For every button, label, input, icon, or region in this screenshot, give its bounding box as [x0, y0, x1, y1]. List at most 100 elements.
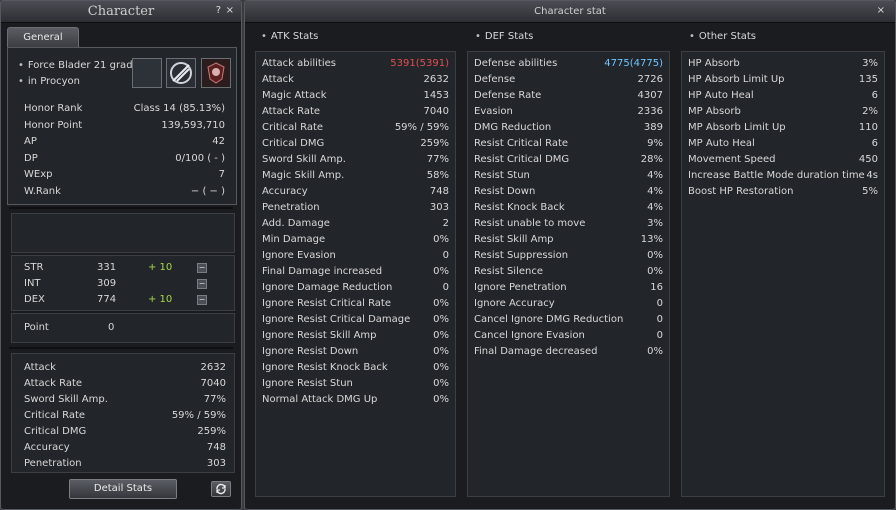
decrease-stat-button[interactable]: −	[197, 295, 207, 305]
info-row: AP 42	[19, 134, 231, 150]
atk-stat-row: Critical Rate 59% / 59%	[256, 120, 455, 136]
stat-value: 0%	[647, 346, 663, 357]
other-stat-row: HP Absorb 3%	[682, 56, 884, 72]
def-stat-row: Resist Critical DMG 28%	[468, 152, 669, 168]
other-stat-row: MP Absorb 2%	[682, 104, 884, 120]
stat-label: STR	[24, 262, 44, 273]
summary-row: Accuracy 748	[18, 440, 230, 456]
stat-label: Attack	[262, 74, 294, 85]
stat-value: 0%	[433, 346, 449, 357]
divider	[9, 207, 233, 209]
def-stat-row: Defense Rate 4307	[468, 88, 669, 104]
bullet-icon: •	[475, 31, 481, 42]
stat-label: Ignore Resist Down	[262, 346, 359, 357]
point-label: Point	[24, 322, 49, 333]
stat-value: 0	[656, 298, 663, 309]
empty-slot-icon[interactable]	[132, 58, 162, 88]
summary-panel: Attack 2632 Attack Rate 7040 Sword Skill Amp…	[11, 353, 235, 473]
stat-label: Final Damage increased	[262, 266, 383, 277]
stat-title: Character stat	[534, 6, 606, 17]
stat-value: 3%	[862, 58, 878, 69]
close-button[interactable]: ×	[226, 5, 234, 16]
other-stat-row: HP Absorb Limit Up 135	[682, 72, 884, 88]
decrease-stat-button[interactable]: −	[197, 279, 207, 289]
summary-list: Attack 2632 Attack Rate 7040 Sword Skill Amp…	[18, 360, 230, 474]
def-stats-header: • DEF Stats	[475, 31, 534, 42]
base-stat-row: INT 309 −	[12, 276, 236, 292]
stat-value: 389	[643, 122, 663, 133]
atk-stat-row: Ignore Resist Skill Amp 0%	[256, 328, 455, 344]
atk-stat-row: Accuracy 748	[256, 184, 455, 200]
stat-value: 2	[442, 218, 449, 229]
stat-value: 0%	[433, 314, 449, 325]
atk-stat-row: Ignore Damage Reduction 0	[256, 280, 455, 296]
stat-value: 6	[871, 138, 878, 149]
atk-stat-row: Ignore Resist Knock Back 0%	[256, 360, 455, 376]
def-stat-row: Resist Critical Rate 9%	[468, 136, 669, 152]
stat-value: 2632	[200, 362, 226, 373]
stat-value: 13%	[640, 234, 663, 245]
stat-value: 4%	[647, 170, 663, 181]
stat-label: DEX	[24, 294, 45, 305]
point-value: 0	[108, 322, 115, 333]
summary-row: Critical DMG 259%	[18, 424, 230, 440]
stat-titlebar[interactable]: Character stat ×	[245, 1, 895, 23]
stat-label: Penetration	[24, 458, 82, 469]
stat-value: 331	[97, 262, 117, 273]
stat-value: 7040	[200, 378, 226, 389]
stat-label: Boost HP Restoration	[688, 186, 794, 197]
detail-stats-button[interactable]: Detail Stats	[69, 479, 177, 499]
stat-value: 0%	[433, 362, 449, 373]
bullet-icon: •	[261, 31, 267, 42]
stat-value: 110	[858, 122, 878, 133]
tab-general[interactable]: General	[7, 27, 79, 47]
other-stats-panel: HP Absorb 3% HP Absorb Limit Up 135 HP Auto …	[681, 51, 885, 497]
def-stat-row: Cancel Ignore DMG Reduction 0	[468, 312, 669, 328]
stat-label: DMG Reduction	[474, 122, 552, 133]
atk-stat-row: Ignore Resist Critical Rate 0%	[256, 296, 455, 312]
stat-label: Resist Silence	[474, 266, 543, 277]
help-button[interactable]: ?	[216, 5, 221, 16]
other-stat-row: HP Auto Heal 6	[682, 88, 884, 104]
atk-stat-row: Ignore Evasion 0	[256, 248, 455, 264]
stat-label: Defense	[474, 74, 516, 85]
atk-stat-row: Normal Attack DMG Up 0%	[256, 392, 455, 408]
stat-value: 0%	[647, 250, 663, 261]
stat-value: 309	[97, 278, 117, 289]
info-row: DP 0/100 ( - )	[19, 151, 231, 167]
stat-value: 59% / 59%	[394, 122, 449, 133]
stat-bonus: + 10	[148, 294, 173, 305]
stat-label: Ignore Damage Reduction	[262, 282, 393, 293]
summary-row: Sword Skill Amp. 77%	[18, 392, 230, 408]
stat-value: − ( − )	[190, 186, 225, 197]
stat-label: WExp	[24, 169, 53, 181]
stat-label: Ignore Resist Critical Rate	[262, 298, 392, 309]
stat-label: Critical DMG	[24, 426, 87, 437]
stat-value: 28%	[640, 154, 663, 165]
stat-value: 2632	[423, 74, 449, 85]
refresh-button[interactable]	[211, 481, 231, 497]
stat-value: 4%	[647, 202, 663, 213]
stat-value: 4s	[866, 170, 878, 181]
stat-label: Ignore Resist Knock Back	[262, 362, 388, 373]
stat-label: INT	[24, 278, 41, 289]
stat-value: 42	[212, 136, 225, 148]
decrease-stat-button[interactable]: −	[197, 263, 207, 273]
other-stat-row: MP Auto Heal 6	[682, 136, 884, 152]
close-button[interactable]: ×	[877, 5, 885, 16]
stat-label: Resist Knock Back	[474, 202, 565, 213]
stat-label: Resist Stun	[474, 170, 530, 181]
stat-value: 135	[858, 74, 878, 85]
stat-value: 259%	[420, 138, 449, 149]
character-titlebar[interactable]: Character ? ×	[1, 1, 241, 23]
stat-label: Final Damage decreased	[474, 346, 598, 357]
stat-label: W.Rank	[24, 186, 61, 197]
other-stats-header: • Other Stats	[689, 31, 757, 42]
stat-label: MP Absorb Limit Up	[688, 122, 786, 133]
stat-value: 0%	[433, 298, 449, 309]
force-blader-class-icon	[166, 58, 196, 88]
stat-bonus: + 10	[148, 262, 173, 273]
atk-stat-row: Magic Skill Amp. 58%	[256, 168, 455, 184]
stat-label: Ignore Resist Critical Damage	[262, 314, 411, 325]
atk-stat-row: Attack 2632	[256, 72, 455, 88]
